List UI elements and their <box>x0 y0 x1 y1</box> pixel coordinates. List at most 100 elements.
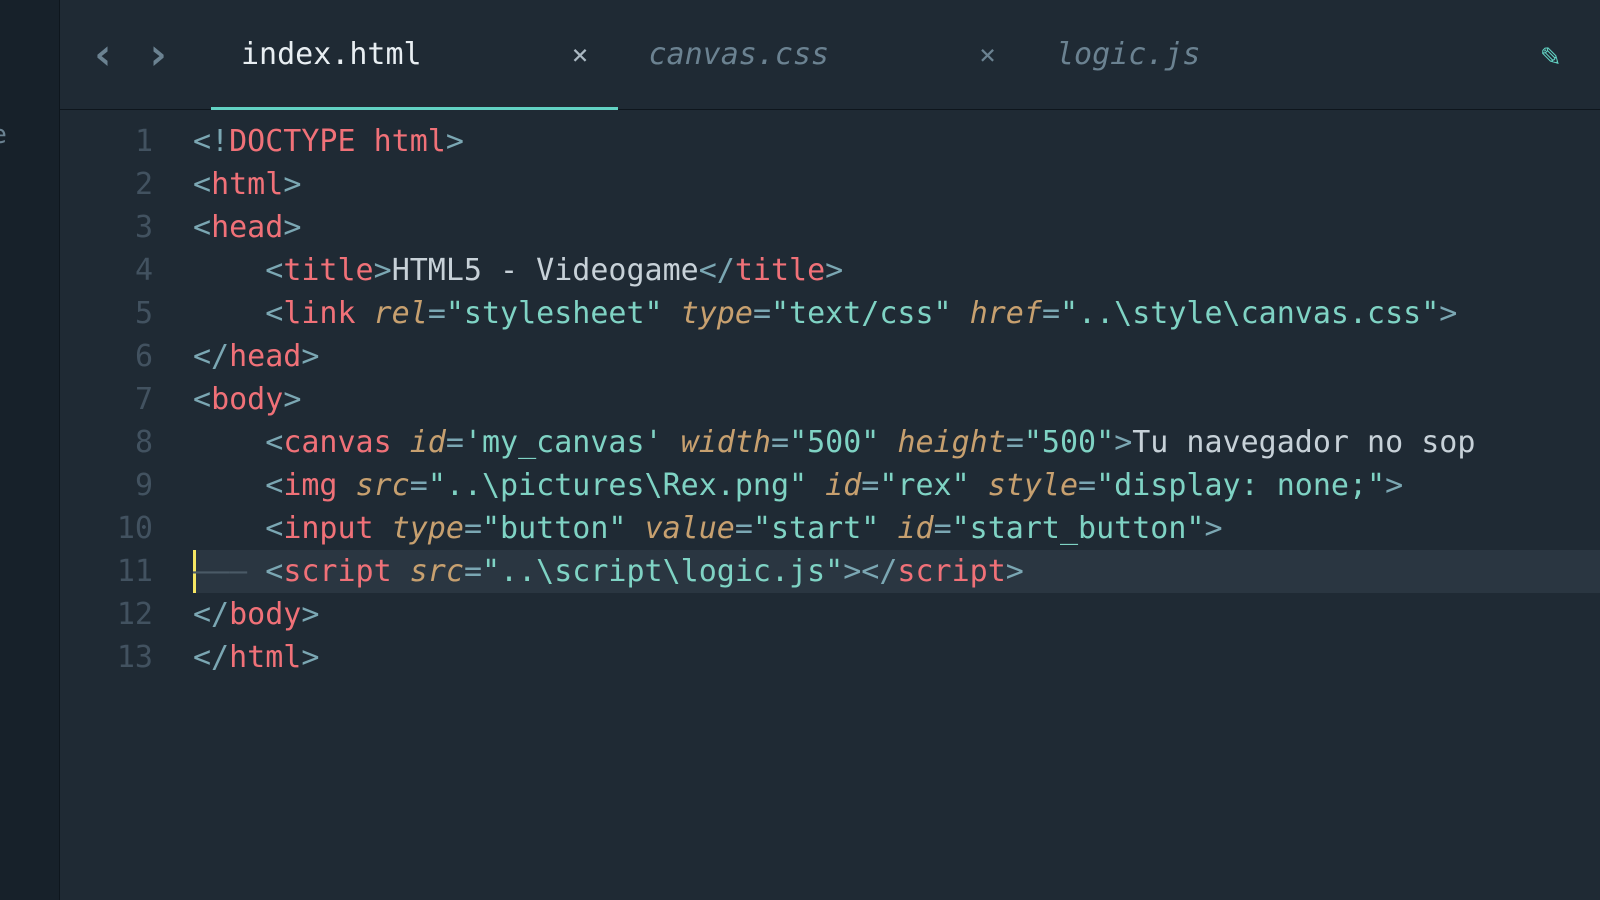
code-token: title <box>735 253 825 288</box>
code-token <box>193 468 265 503</box>
code-token: "display: none;" <box>1096 468 1385 503</box>
code-token: = <box>735 511 753 546</box>
code-token: > <box>1205 511 1223 546</box>
code-token: "stylesheet" <box>446 296 663 331</box>
code-token: Tu navegador no sop <box>1132 425 1475 460</box>
code-token: > <box>301 339 319 374</box>
tab-canvas-css[interactable]: canvas.css × <box>618 0 1025 109</box>
code-token: canvas <box>283 425 391 460</box>
tab-bar: ‹ › index.html × canvas.css × logic.js ✎ <box>60 0 1600 110</box>
line-number: 12 <box>60 593 153 636</box>
line-number: 8 <box>60 421 153 464</box>
code-token <box>338 468 356 503</box>
code-line[interactable]: <head> <box>193 206 1600 249</box>
line-number: 1 <box>60 120 153 163</box>
code-token: script <box>283 554 391 589</box>
code-token: type <box>392 511 464 546</box>
code-token: = <box>410 468 428 503</box>
code-token: > <box>301 640 319 675</box>
code-token: title <box>283 253 373 288</box>
line-number: 6 <box>60 335 153 378</box>
code-line[interactable]: <input type="button" value="start" id="s… <box>193 507 1600 550</box>
code-area[interactable]: <!DOCTYPE html><html><head> <title>HTML5… <box>175 110 1600 900</box>
code-line[interactable]: <link rel="stylesheet" type="text/css" h… <box>193 292 1600 335</box>
code-token <box>193 511 265 546</box>
code-token: html <box>211 167 283 202</box>
code-line[interactable]: <title>HTML5 - Videogame</title> <box>193 249 1600 292</box>
code-token: > <box>446 124 464 159</box>
tab-index-html[interactable]: index.html × <box>211 0 618 109</box>
code-token: head <box>211 210 283 245</box>
code-token: DOCTYPE html <box>229 124 446 159</box>
code-token: "..\style\canvas.css" <box>1060 296 1439 331</box>
code-token: > <box>283 167 301 202</box>
code-line[interactable]: <html> <box>193 163 1600 206</box>
code-token: id <box>825 468 861 503</box>
code-token: style <box>988 468 1078 503</box>
code-line[interactable]: ——— <script src="..\script\logic.js"></s… <box>193 550 1600 593</box>
code-token: > <box>374 253 392 288</box>
tab-label: logic.js <box>1056 37 1201 72</box>
nav-forward-icon[interactable]: › <box>145 33 172 77</box>
code-line[interactable]: </html> <box>193 636 1600 679</box>
code-token: "500" <box>1024 425 1114 460</box>
line-number: 3 <box>60 206 153 249</box>
code-token: width <box>681 425 771 460</box>
code-token: "500" <box>789 425 879 460</box>
code-editor[interactable]: 12345678910111213 <!DOCTYPE html><html><… <box>60 110 1600 900</box>
edit-pencil-icon[interactable]: ✎ <box>1541 36 1560 74</box>
code-line[interactable]: <body> <box>193 378 1600 421</box>
code-line[interactable]: </body> <box>193 593 1600 636</box>
code-token <box>193 296 265 331</box>
code-token: src <box>356 468 410 503</box>
sidebar-folder-fragment: ame <box>0 120 19 150</box>
code-token: src <box>410 554 464 589</box>
code-token: body <box>229 597 301 632</box>
file-tree-sidebar[interactable]: ame <box>0 0 60 900</box>
tab-logic-js[interactable]: logic.js <box>1026 0 1231 109</box>
line-number: 4 <box>60 249 153 292</box>
close-icon[interactable]: × <box>979 38 996 71</box>
code-token: HTML5 - Videogame <box>392 253 699 288</box>
code-token: < <box>193 210 211 245</box>
code-token: height <box>897 425 1005 460</box>
code-token: = <box>1042 296 1060 331</box>
code-token: value <box>645 511 735 546</box>
code-token: = <box>446 425 464 460</box>
code-token: link <box>283 296 355 331</box>
code-token <box>356 296 374 331</box>
nav-back-icon[interactable]: ‹ <box>90 33 117 77</box>
code-token <box>193 253 265 288</box>
code-token: </ <box>699 253 735 288</box>
code-token: 'my_canvas' <box>464 425 663 460</box>
code-line[interactable]: <canvas id='my_canvas' width="500" heigh… <box>193 421 1600 464</box>
main-pane: ‹ › index.html × canvas.css × logic.js ✎… <box>60 0 1600 900</box>
code-token: "rex" <box>879 468 969 503</box>
indent-guide: ——— <box>193 550 247 593</box>
code-token <box>663 425 681 460</box>
line-number: 5 <box>60 292 153 335</box>
code-token: > <box>1114 425 1132 460</box>
code-token: > <box>1385 468 1403 503</box>
code-line[interactable]: <img src="..\pictures\Rex.png" id="rex" … <box>193 464 1600 507</box>
code-token: > <box>301 597 319 632</box>
code-token: "..\pictures\Rex.png" <box>428 468 807 503</box>
code-token: img <box>283 468 337 503</box>
code-token: type <box>681 296 753 331</box>
code-token: body <box>211 382 283 417</box>
code-token: < <box>265 296 283 331</box>
code-token <box>970 468 988 503</box>
code-token: = <box>861 468 879 503</box>
code-token <box>392 425 410 460</box>
code-token: id <box>897 511 933 546</box>
code-token: = <box>934 511 952 546</box>
code-line[interactable]: </head> <box>193 335 1600 378</box>
code-token: = <box>1078 468 1096 503</box>
code-token: input <box>283 511 373 546</box>
tab-label: index.html <box>241 37 422 72</box>
code-line[interactable]: <!DOCTYPE html> <box>193 120 1600 163</box>
code-token <box>392 554 410 589</box>
code-token <box>663 296 681 331</box>
code-token: < <box>193 167 211 202</box>
close-icon[interactable]: × <box>572 38 589 71</box>
